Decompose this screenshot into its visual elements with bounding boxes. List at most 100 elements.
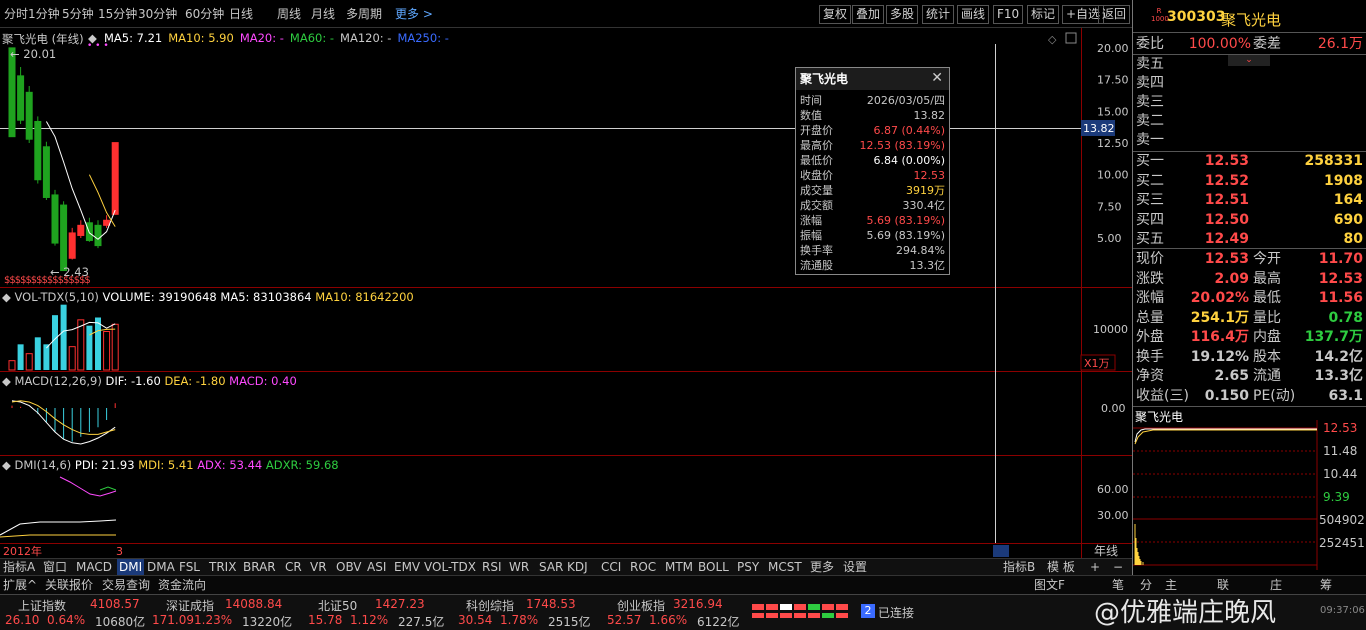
indicator-right-tab[interactable]: −: [1113, 559, 1123, 576]
period-tab-daily[interactable]: 日线: [229, 0, 253, 28]
tooltip-row: 收盘价 12.53: [796, 168, 949, 183]
draw-line-button[interactable]: 画线: [957, 5, 990, 24]
ext-right-6[interactable]: 筹: [1320, 577, 1332, 594]
tooltip-key: 换手率: [800, 244, 833, 257]
indicator-tab[interactable]: ASI: [367, 559, 386, 576]
indicator-tab[interactable]: BOLL: [698, 559, 729, 576]
volume-bar: [43, 344, 50, 370]
stat-value: 19.12%: [1190, 348, 1249, 365]
mark-button[interactable]: 标记: [1027, 5, 1060, 24]
index-name[interactable]: 科创综指: [466, 597, 514, 614]
indicator-tab[interactable]: MTM: [665, 559, 693, 576]
indicator-tab[interactable]: OBV: [336, 559, 362, 576]
connection-count: 2: [861, 604, 875, 618]
ext-right-0[interactable]: 图文F: [1034, 577, 1065, 594]
fuquan-button[interactable]: 复权: [819, 5, 852, 24]
index-name[interactable]: 创业板指: [617, 597, 665, 614]
period-tab-1min[interactable]: 1分钟: [28, 0, 60, 28]
tooltip-key: 数值: [800, 109, 822, 122]
tooltip-value: 330.4亿: [902, 199, 946, 212]
stat-value: 0.78: [1328, 309, 1363, 326]
diamond-icon[interactable]: ◇: [1048, 33, 1057, 46]
period-tab-15min[interactable]: 15分钟: [98, 0, 137, 28]
indicator-tab[interactable]: FSL: [179, 559, 200, 576]
stock-code: 300303: [1167, 9, 1226, 25]
tooltip-row: 最低价 6.84 (0.00%): [796, 153, 949, 168]
period-tab-weekly[interactable]: 周线: [277, 0, 301, 28]
mini-vol-2: 252451: [1319, 536, 1365, 550]
indicator-tab[interactable]: BRAR: [243, 559, 276, 576]
indicator-tab[interactable]: PSY: [737, 559, 759, 576]
indicator-tab[interactable]: CCI: [601, 559, 621, 576]
tooltip-key: 最低价: [800, 154, 833, 167]
indicator-tab[interactable]: 更多: [810, 559, 834, 576]
indicator-tab[interactable]: MACD: [76, 559, 112, 576]
volume-ma10: MA10: 81642200: [315, 290, 414, 304]
tooltip-row: 振幅 5.69 (83.19%): [796, 228, 949, 243]
market-breadth-bar: [752, 604, 852, 618]
stat-row: 现价 12.53 今开 11.70: [1133, 250, 1366, 269]
volume-bar: [52, 315, 58, 370]
macd-dif: DIF: -1.60: [105, 374, 161, 388]
macd-tick: 0.00: [1101, 402, 1126, 415]
index-name[interactable]: 深证成指: [166, 597, 214, 614]
indicator-tab[interactable]: VOL-TDX: [424, 559, 476, 576]
x-axis-start: 2012年: [3, 544, 42, 558]
indicator-tab[interactable]: WR: [509, 559, 529, 576]
index-name[interactable]: 北证50: [318, 597, 357, 614]
indicator-right-tab[interactable]: 模 板: [1047, 559, 1075, 576]
indicator-tab[interactable]: 设置: [843, 559, 867, 576]
index-name[interactable]: 上证指数: [18, 597, 66, 614]
volume-tick: 10000: [1093, 323, 1128, 336]
volume-bar: [103, 331, 111, 371]
indicator-tab[interactable]: DMA: [147, 559, 175, 576]
tooltip-value: 13.82: [913, 109, 946, 122]
stat-value: 13.3亿: [1314, 368, 1363, 384]
period-tab-60min[interactable]: 60分钟: [185, 0, 224, 28]
indicator-tab[interactable]: 指标A: [3, 559, 35, 576]
indicator-tab[interactable]: TRIX: [209, 559, 236, 576]
indicator-right-tab[interactable]: 指标B: [1003, 559, 1035, 576]
period-tab-intraday[interactable]: 分时: [4, 0, 28, 28]
overlay-button[interactable]: 叠加: [852, 5, 885, 24]
indicator-tab[interactable]: MCST: [768, 559, 802, 576]
statistics-button[interactable]: 统计: [922, 5, 955, 24]
expand-button[interactable]: 扩展^: [3, 577, 37, 594]
capital-flow-tab[interactable]: 资金流向: [158, 577, 206, 594]
indicator-tab[interactable]: SAR: [539, 559, 563, 576]
indicator-tab[interactable]: KDJ: [567, 559, 588, 576]
indicator-tab[interactable]: DMI: [117, 559, 145, 576]
indicator-tab[interactable]: ROC: [630, 559, 656, 576]
related-quotes-tab[interactable]: 关联报价: [45, 577, 93, 594]
indicator-tab[interactable]: CR: [285, 559, 302, 576]
tooltip-value: 2026/03/05/四: [866, 94, 945, 107]
more-periods-button[interactable]: 更多 >: [395, 0, 433, 28]
close-icon[interactable]: ✕: [931, 70, 943, 86]
period-tab-multi[interactable]: 多周期: [346, 0, 382, 28]
volume-bar: [86, 325, 93, 370]
dmi-panel-title: ◆ DMI(14,6) PDI: 21.93 MDI: 5.41 ADX: 53…: [2, 458, 339, 472]
period-tab-monthly[interactable]: 月线: [311, 0, 335, 28]
f10-button[interactable]: F10: [993, 5, 1024, 24]
index-pct: 1.12%: [350, 613, 389, 627]
tooltip-key: 成交额: [800, 199, 833, 212]
tooltip-row: 换手率 294.84%: [796, 243, 949, 258]
ma-legend-item: MA20: -: [239, 31, 284, 45]
stat-label: 最低: [1253, 290, 1281, 306]
mdi-line: [0, 534, 116, 538]
indicator-right-tab[interactable]: +: [1090, 559, 1100, 576]
period-tab-5min[interactable]: 5分钟: [62, 0, 94, 28]
back-button[interactable]: 返回: [1098, 5, 1131, 24]
trade-query-tab[interactable]: 交易查询: [102, 577, 150, 594]
indicator-tab[interactable]: EMV: [394, 559, 420, 576]
indicator-tab[interactable]: 窗口: [43, 559, 67, 576]
index-value: 1427.23: [375, 597, 425, 611]
ma-dots: • • •: [87, 41, 109, 51]
tooltip-value: 6.84 (0.00%): [873, 154, 945, 167]
period-tab-30min[interactable]: 30分钟: [138, 0, 177, 28]
indicator-tab[interactable]: RSI: [482, 559, 502, 576]
ma-legend-item: MA120: -: [340, 31, 392, 45]
maximize-icon[interactable]: [1065, 32, 1077, 44]
indicator-tab[interactable]: VR: [310, 559, 327, 576]
multi-stock-button[interactable]: 多股: [886, 5, 919, 24]
